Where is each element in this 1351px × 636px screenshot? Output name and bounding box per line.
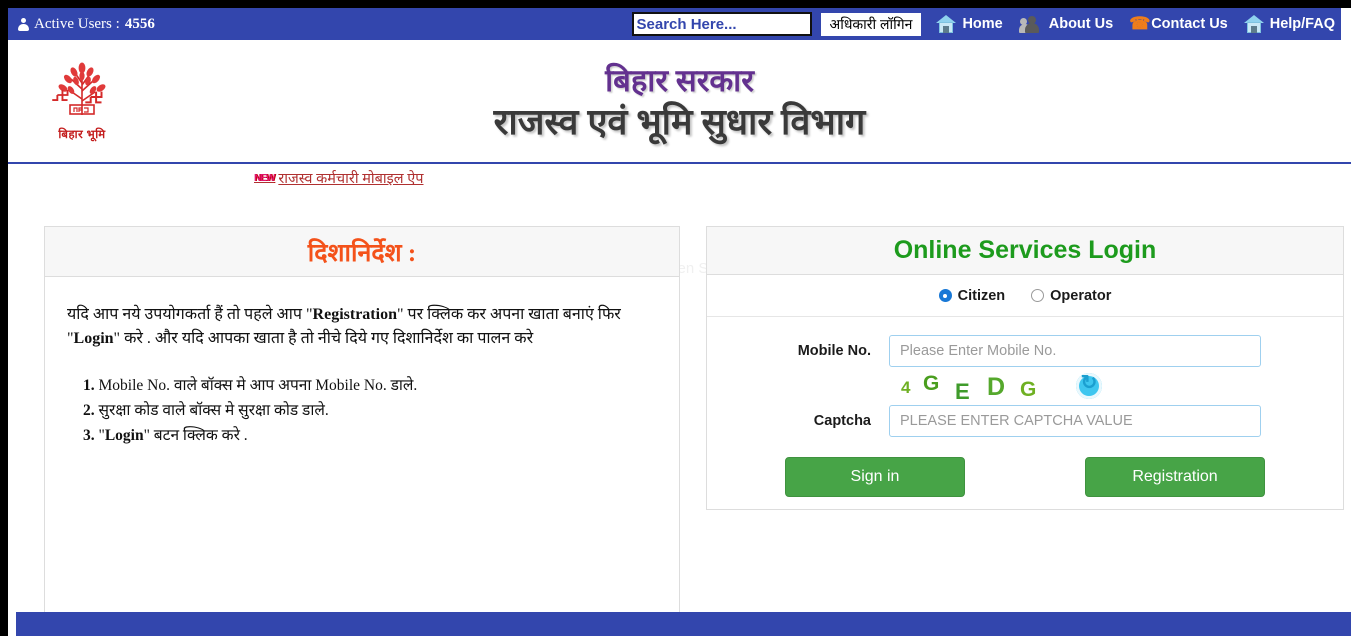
login-form: Mobile No. 4 G E D G Captcha Sign in [707,317,1343,497]
sign-in-button[interactable]: Sign in [785,457,965,497]
guidelines-item-2-text: सुरक्षा कोड वाले बॉक्स मे सुरक्षा कोड डा… [98,402,329,419]
guidelines-item-1-text: Mobile No. वाले बॉक्स मे आप अपना Mobile … [98,377,418,394]
people-icon [1018,15,1043,33]
captcha-image: 4 G E D G [889,369,1074,404]
registration-button[interactable]: Registration [1085,457,1265,497]
guidelines-panel: दिशानिर्देश : यदि आप नये उपयोगकर्ता हैं … [44,226,680,622]
list-item: 3. "Login" बटन क्लिक करे . [67,423,657,448]
radio-citizen-icon[interactable] [938,289,952,302]
top-nav-right: अधिकारी लॉगिन Home About Us ☎ Contact Us [631,8,1342,40]
captcha-char-3: E [955,379,970,404]
announcement-strip: NEW राजस्व कर्मचारी मोबाइल ऐप [8,166,1351,194]
active-users-count: 4556 [124,15,155,32]
login-panel: Online Services Login Citizen Operator M… [706,226,1344,510]
captcha-char-5: G [1020,378,1037,401]
active-users-label: Active Users : [34,15,120,32]
mobile-app-link-label: राजस्व कर्मचारी मोबाइल ऐप [278,171,424,187]
login-panel-header: Online Services Login [707,227,1343,275]
top-navigation-bar: Active Users : 4556 अधिकारी लॉगिन Home A… [8,8,1341,40]
search-box[interactable] [631,12,812,36]
radio-option-operator[interactable]: Operator [1031,288,1111,304]
captcha-char-4: D [987,373,1006,401]
radio-operator-icon[interactable] [1031,289,1045,302]
guidelines-title: दिशानिर्देश : [307,239,417,267]
guidelines-list: 1. Mobile No. वाले बॉक्स मे आप अपना Mobi… [67,373,657,448]
guidelines-item-2-num: 2. [83,402,95,419]
nav-label-about-us: About Us [1048,16,1114,32]
captcha-row: Captcha [707,405,1343,437]
guidelines-body: यदि आप नये उपयोगकर्ता हैं तो पहले आप "Re… [45,277,679,448]
site-masthead: बिहार भूमि बिहार सरकार राजस्व एवं भूमि स… [8,40,1351,164]
guidelines-item-3-post: " बटन क्लिक करे . [143,427,248,444]
department-title: राजस्व एवं भूमि सुधार विभाग [493,102,866,142]
guidelines-intro-part1: यदि आप नये उपयोगकर्ता हैं तो पहले आप " [67,306,313,323]
guidelines-item-3-bold: Login [104,427,144,444]
home-icon [936,15,957,33]
guidelines-intro-bold-registration: Registration [312,306,397,323]
nav-item-contact-us[interactable]: ☎ Contact Us [1129,15,1228,33]
page-root: Active Users : 4556 अधिकारी लॉगिन Home A… [8,8,1351,636]
guidelines-intro: यदि आप नये उपयोगकर्ता हैं तो पहले आप "Re… [67,303,657,351]
captcha-label: Captcha [813,413,871,429]
guidelines-intro-part3: " करे . और यदि आपका खाता है तो नीचे दिये… [113,330,534,347]
login-title: Online Services Login [893,236,1157,264]
mobile-app-link[interactable]: NEW राजस्व कर्मचारी मोबाइल ऐप [254,168,424,188]
refresh-captcha-icon[interactable] [1076,370,1102,399]
list-item: 2. सुरक्षा कोड वाले बॉक्स मे सुरक्षा कोड… [67,398,657,423]
user-type-radio-group: Citizen Operator [707,275,1343,317]
guidelines-panel-header: दिशानिर्देश : [45,227,679,277]
search-input[interactable] [633,14,810,34]
officer-login-button[interactable]: अधिकारी लॉगिन [819,11,923,37]
guidelines-item-1-num: 1. [83,377,95,394]
active-users-indicator: Active Users : 4556 [18,16,155,33]
guidelines-intro-bold-login: Login [73,330,114,347]
login-buttons: Sign in Registration [707,457,1343,497]
nav-label-contact-us: Contact Us [1151,16,1228,32]
mobile-no-row: Mobile No. [707,335,1343,367]
captcha-image-row: 4 G E D G [707,367,1343,405]
radio-label-citizen: Citizen [957,287,1006,304]
govt-title: बिहार सरकार [605,63,754,98]
guidelines-item-3-num: 3. [83,427,95,444]
nav-label-home: Home [962,16,1003,32]
new-badge-icon: NEW [254,172,275,184]
phone-icon: ☎ [1129,14,1151,33]
nav-item-help-faq[interactable]: Help/FAQ [1243,15,1335,33]
nav-label-help-faq: Help/FAQ [1269,16,1335,32]
page-footer [16,612,1351,636]
list-item: 1. Mobile No. वाले बॉक्स मे आप अपना Mobi… [67,373,657,398]
radio-label-operator: Operator [1050,287,1112,304]
home-icon [1243,15,1264,33]
nav-item-about-us[interactable]: About Us [1018,15,1114,33]
mobile-no-label: Mobile No. [797,343,871,359]
mobile-no-input[interactable] [889,335,1261,367]
nav-item-home[interactable]: Home [936,15,1003,33]
captcha-char-1: 4 [901,378,911,397]
radio-option-citizen[interactable]: Citizen [938,287,1006,304]
captcha-char-2: G [923,372,940,395]
masthead-titles: बिहार सरकार राजस्व एवं भूमि सुधार विभाग [8,62,1351,144]
user-icon [18,17,29,31]
captcha-input[interactable] [889,405,1261,437]
